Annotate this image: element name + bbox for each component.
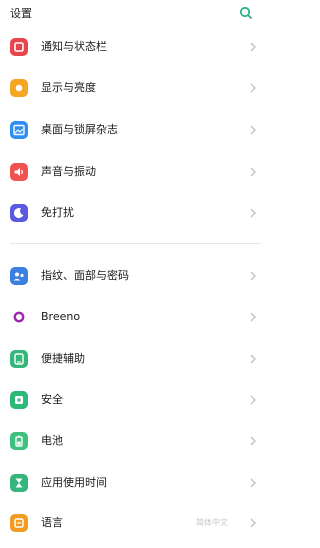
battery-icon [10,432,28,450]
item-label: 语言 [41,516,63,529]
chevron-right-icon [250,312,256,322]
item-label: Breeno [41,310,81,323]
settings-item-notifications[interactable]: 通知与状态栏 [0,27,271,67]
settings-item-fingerprint-face-password[interactable]: 指纹、面部与密码 [0,256,271,296]
chevron-right-icon [250,354,256,364]
item-label: 便捷辅助 [41,352,85,365]
settings-item-language[interactable]: 语言 [0,503,271,543]
settings-item-security[interactable]: 安全 [0,380,271,420]
item-label: 电池 [41,434,63,447]
search-button[interactable] [238,5,254,21]
speaker-icon [10,163,28,181]
settings-item-app-usage-time[interactable]: 应用使用时间 [0,463,271,503]
item-label: 显示与亮度 [41,81,96,94]
chevron-right-icon [250,83,256,93]
moon-icon [10,204,28,222]
section-divider [10,243,261,244]
fingerprint-icon [10,267,28,285]
header: 设置 [0,0,271,24]
shield-icon [10,391,28,409]
page-title: 设置 [10,7,32,20]
settings-screen: 设置 通知与状态栏 显示与亮度 桌面与锁屏杂志 声音与振动 免打扰 指纹、面部与… [0,0,271,548]
settings-item-sound-vibration[interactable]: 声音与振动 [0,152,271,192]
settings-item-convenience-assist[interactable]: 便捷辅助 [0,339,271,379]
search-icon [239,6,252,19]
chevron-right-icon [250,167,256,177]
chevron-right-icon [250,395,256,405]
language-icon [10,514,28,532]
chevron-right-icon [250,125,256,135]
settings-item-display-brightness[interactable]: 显示与亮度 [0,68,271,108]
assist-icon [10,350,28,368]
settings-item-battery[interactable]: 电池 [0,421,271,461]
chevron-right-icon [250,436,256,446]
item-label: 桌面与锁屏杂志 [41,123,118,136]
settings-item-breeno[interactable]: Breeno [0,297,271,337]
chevron-right-icon [250,478,256,488]
item-label: 声音与振动 [41,165,96,178]
chevron-right-icon [250,42,256,52]
language-value: 简体中文 [196,518,228,527]
wallpaper-icon [10,121,28,139]
item-label: 安全 [41,393,63,406]
notification-icon [10,38,28,56]
item-label: 应用使用时间 [41,476,107,489]
item-label: 通知与状态栏 [41,40,107,53]
item-label: 免打扰 [41,206,74,219]
hourglass-icon [10,474,28,492]
settings-item-desktop-lockscreen[interactable]: 桌面与锁屏杂志 [0,110,271,150]
chevron-right-icon [250,518,256,528]
brightness-icon [10,79,28,97]
chevron-right-icon [250,208,256,218]
breeno-icon [10,308,28,326]
settings-item-do-not-disturb[interactable]: 免打扰 [0,193,271,233]
item-label: 指纹、面部与密码 [41,269,129,282]
chevron-right-icon [250,271,256,281]
